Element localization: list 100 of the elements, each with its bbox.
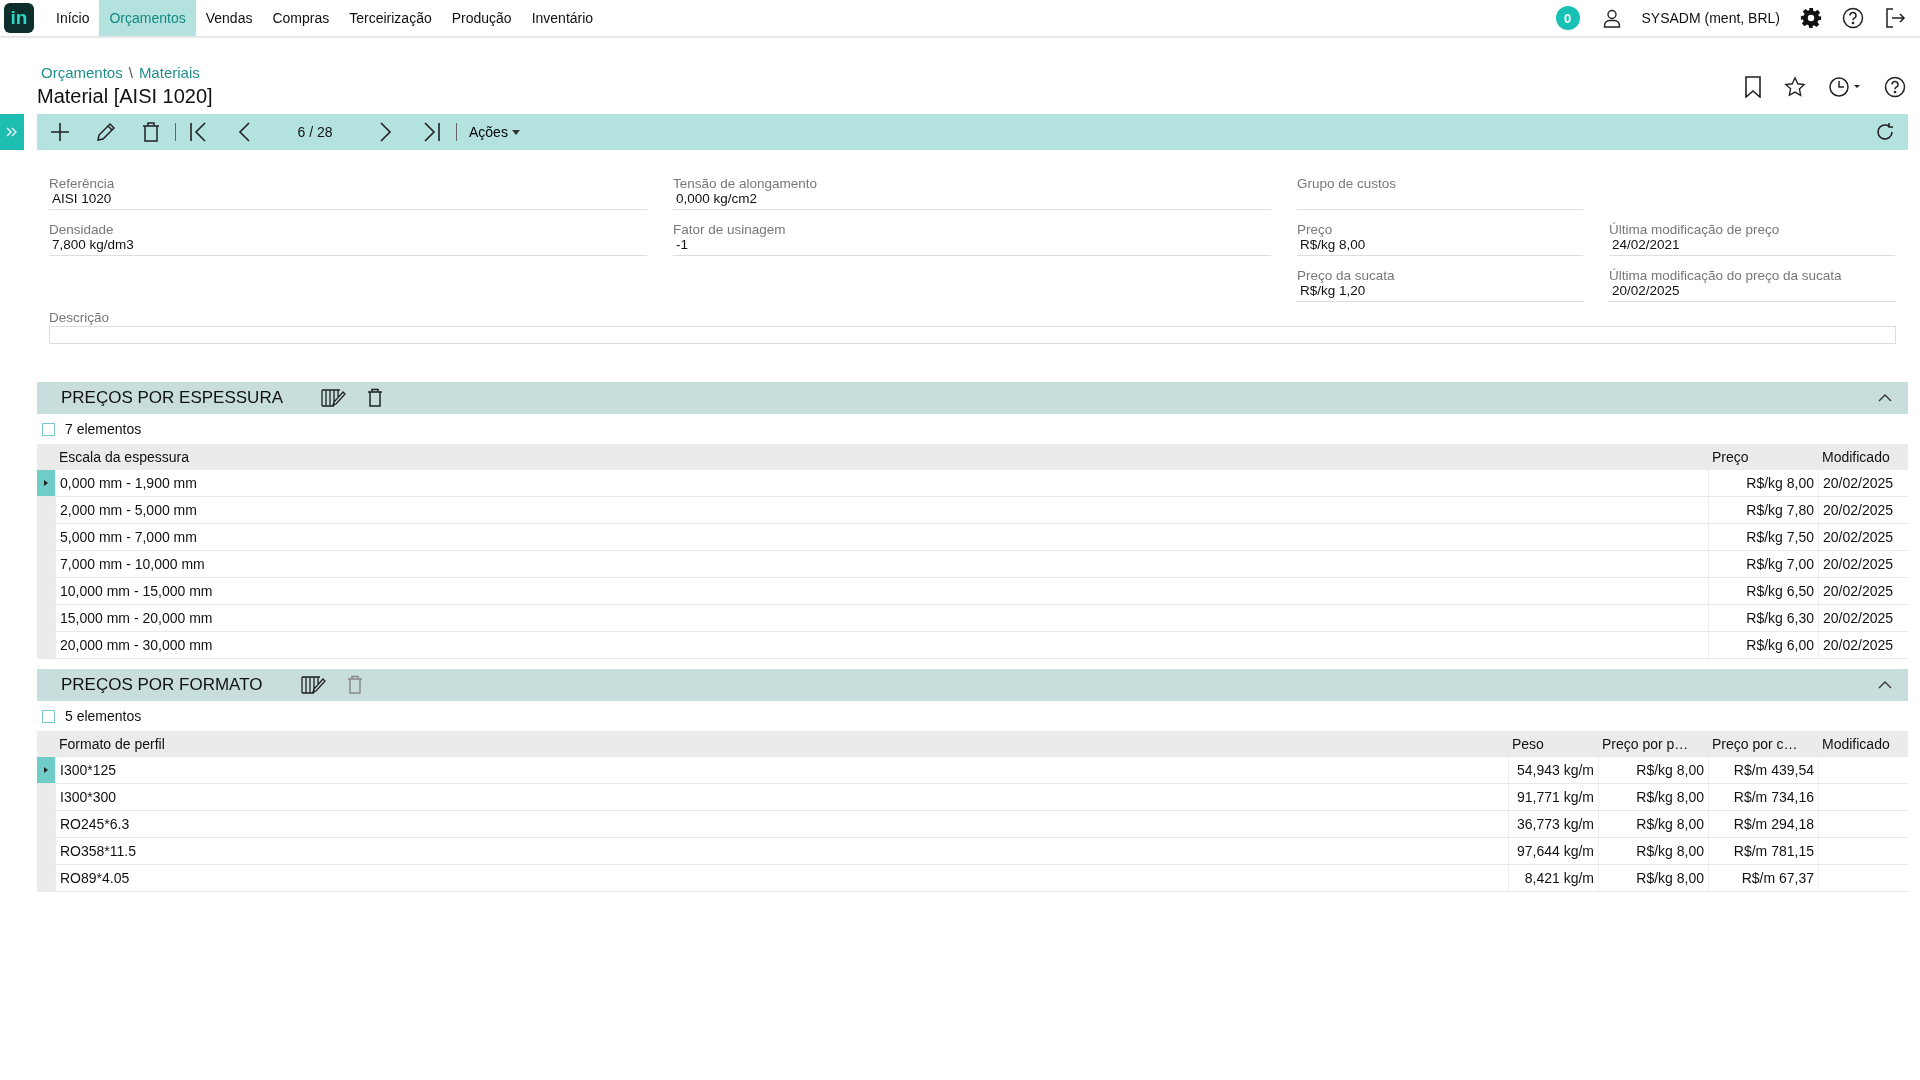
app-logo[interactable]: in <box>4 3 34 33</box>
column-header[interactable]: Peso <box>1508 731 1598 757</box>
table-cell: R$/kg 7,50 <box>1708 524 1818 551</box>
logout-icon[interactable] <box>1884 7 1906 29</box>
table-cell: RO358*11.5 <box>55 838 1508 865</box>
column-header[interactable]: Formato de perfil <box>55 731 1508 757</box>
field-value: -1 <box>673 237 1271 256</box>
form-field[interactable]: Densidade 7,800 kg/dm3 <box>49 222 647 256</box>
table-cell: 15,000 mm - 20,000 mm <box>55 605 1708 632</box>
nav-tab[interactable]: Inventário <box>521 0 604 36</box>
column-header[interactable]: Preço <box>1708 444 1818 470</box>
field-value: 7,800 kg/dm3 <box>49 237 647 256</box>
nav-tab[interactable]: Terceirização <box>339 0 442 36</box>
select-all-checkbox[interactable] <box>42 709 55 723</box>
field-label: Densidade <box>49 222 115 237</box>
row-selector[interactable] <box>37 757 55 784</box>
field-label: Grupo de custos <box>1297 176 1398 191</box>
table-cell: 2,000 mm - 5,000 mm <box>55 497 1708 524</box>
table-cell: R$/m 67,37 <box>1708 865 1818 892</box>
nav-tab[interactable]: Produção <box>441 0 522 36</box>
column-header[interactable]: Escala da espessura <box>55 444 1708 470</box>
table-cell: 7,000 mm - 10,000 mm <box>55 551 1708 578</box>
item-count: 5 elementos <box>65 708 142 724</box>
table-cell: R$/kg 8,00 <box>1598 811 1708 838</box>
field-label: Referência <box>49 176 116 191</box>
add-icon[interactable] <box>49 121 71 143</box>
field-label: Preço da sucata <box>1297 268 1396 283</box>
field-value: 20/02/2025 <box>1609 283 1895 302</box>
form-field[interactable]: Grupo de custos <box>1297 176 1583 210</box>
table-cell: R$/kg 8,00 <box>1708 470 1818 497</box>
nav-tab[interactable]: Compras <box>262 0 340 36</box>
section-title: PREÇOS POR ESPESSURA <box>61 388 283 408</box>
table-cell: R$/m 294,18 <box>1708 811 1818 838</box>
user-icon[interactable] <box>1601 8 1622 28</box>
field-label: Tensão de alongamento <box>673 176 819 191</box>
column-header[interactable]: Modificado <box>1818 731 1908 757</box>
table-cell: RO245*6.3 <box>55 811 1508 838</box>
delete-icon[interactable] <box>141 121 161 143</box>
actions-dropdown[interactable]: Ações <box>469 124 520 140</box>
edit-columns-icon[interactable] <box>321 388 347 408</box>
item-count: 7 elementos <box>65 421 142 437</box>
field-label: Preço <box>1297 222 1334 237</box>
breadcrumb-separator: \ <box>128 64 133 81</box>
form-field[interactable]: Referência AISI 1020 <box>49 176 647 210</box>
edit-columns-icon[interactable] <box>300 675 327 695</box>
refresh-icon[interactable] <box>1874 121 1896 143</box>
table-cell: 91,771 kg/m <box>1508 784 1598 811</box>
double-chevron-icon <box>5 125 19 139</box>
record-position: 6 / 28 <box>296 124 334 140</box>
nav-tab[interactable]: Início <box>46 0 100 36</box>
breadcrumb-link[interactable]: Orçamentos <box>41 64 123 81</box>
history-icon[interactable] <box>1828 76 1862 98</box>
help-icon[interactable] <box>1842 7 1864 29</box>
table-cell: I300*125 <box>55 757 1508 784</box>
table-cell: 36,773 kg/m <box>1508 811 1598 838</box>
table-cell: 20/02/2025 <box>1818 497 1908 524</box>
table-cell: R$/m 781,15 <box>1708 838 1818 865</box>
nav-tab[interactable]: Vendas <box>195 0 263 36</box>
form-field[interactable]: Última modificação de preço 24/02/2021 <box>1609 222 1895 256</box>
table-cell: 0,000 mm - 1,900 mm <box>55 470 1708 497</box>
column-header[interactable]: Preço por c… <box>1708 731 1818 757</box>
field-value: 24/02/2021 <box>1609 237 1895 256</box>
page-title: Material [AISI 1020] <box>37 85 213 108</box>
table-cell: 5,000 mm - 7,000 mm <box>55 524 1708 551</box>
table-cell: 20/02/2025 <box>1818 632 1908 659</box>
table-cell: 54,943 kg/m <box>1508 757 1598 784</box>
table-cell: R$/kg 8,00 <box>1598 757 1708 784</box>
delete-icon[interactable] <box>367 388 383 408</box>
header-corner <box>37 731 55 757</box>
help-icon[interactable] <box>1884 76 1906 98</box>
form-field[interactable]: Última modificação do preço da sucata 20/02/2025 <box>1609 268 1895 302</box>
user-name[interactable]: SYSADM (ment, BRL) <box>1641 10 1780 26</box>
breadcrumb-link[interactable]: Materiais <box>138 64 200 81</box>
table-cell: R$/kg 6,50 <box>1708 578 1818 605</box>
form-field[interactable]: Preço R$/kg 8,00 <box>1297 222 1583 256</box>
form-field[interactable]: Fator de usinagem -1 <box>673 222 1271 256</box>
table-cell: 20/02/2025 <box>1818 470 1908 497</box>
table-cell: R$/kg 8,00 <box>1598 784 1708 811</box>
column-header[interactable]: Preço por p… <box>1598 731 1708 757</box>
bookmark-icon[interactable] <box>1744 76 1762 98</box>
description-field[interactable] <box>49 326 1896 344</box>
collapse-icon[interactable] <box>1878 394 1892 402</box>
table-cell: R$/kg 7,00 <box>1708 551 1818 578</box>
table-cell: 20/02/2025 <box>1818 524 1908 551</box>
table-cell: R$/m 439,54 <box>1708 757 1818 784</box>
star-icon[interactable] <box>1784 76 1806 98</box>
table-cell: R$/kg 6,00 <box>1708 632 1818 659</box>
field-value: R$/kg 1,20 <box>1297 283 1583 302</box>
table-cell: R$/kg 7,80 <box>1708 497 1818 524</box>
pencil-icon[interactable] <box>95 121 117 143</box>
form-field[interactable]: Tensão de alongamento 0,000 kg/cm2 <box>673 176 1271 210</box>
collapse-icon[interactable] <box>1878 681 1892 689</box>
table-cell: 20,000 mm - 30,000 mm <box>55 632 1708 659</box>
column-header[interactable]: Modificado <box>1818 444 1908 470</box>
row-selector[interactable] <box>37 470 55 497</box>
settings-icon[interactable] <box>1800 7 1822 29</box>
select-all-checkbox[interactable] <box>42 422 55 436</box>
form-field[interactable]: Preço da sucata R$/kg 1,20 <box>1297 268 1583 302</box>
table-cell: R$/m 734,16 <box>1708 784 1818 811</box>
field-label: Fator de usinagem <box>673 222 787 237</box>
